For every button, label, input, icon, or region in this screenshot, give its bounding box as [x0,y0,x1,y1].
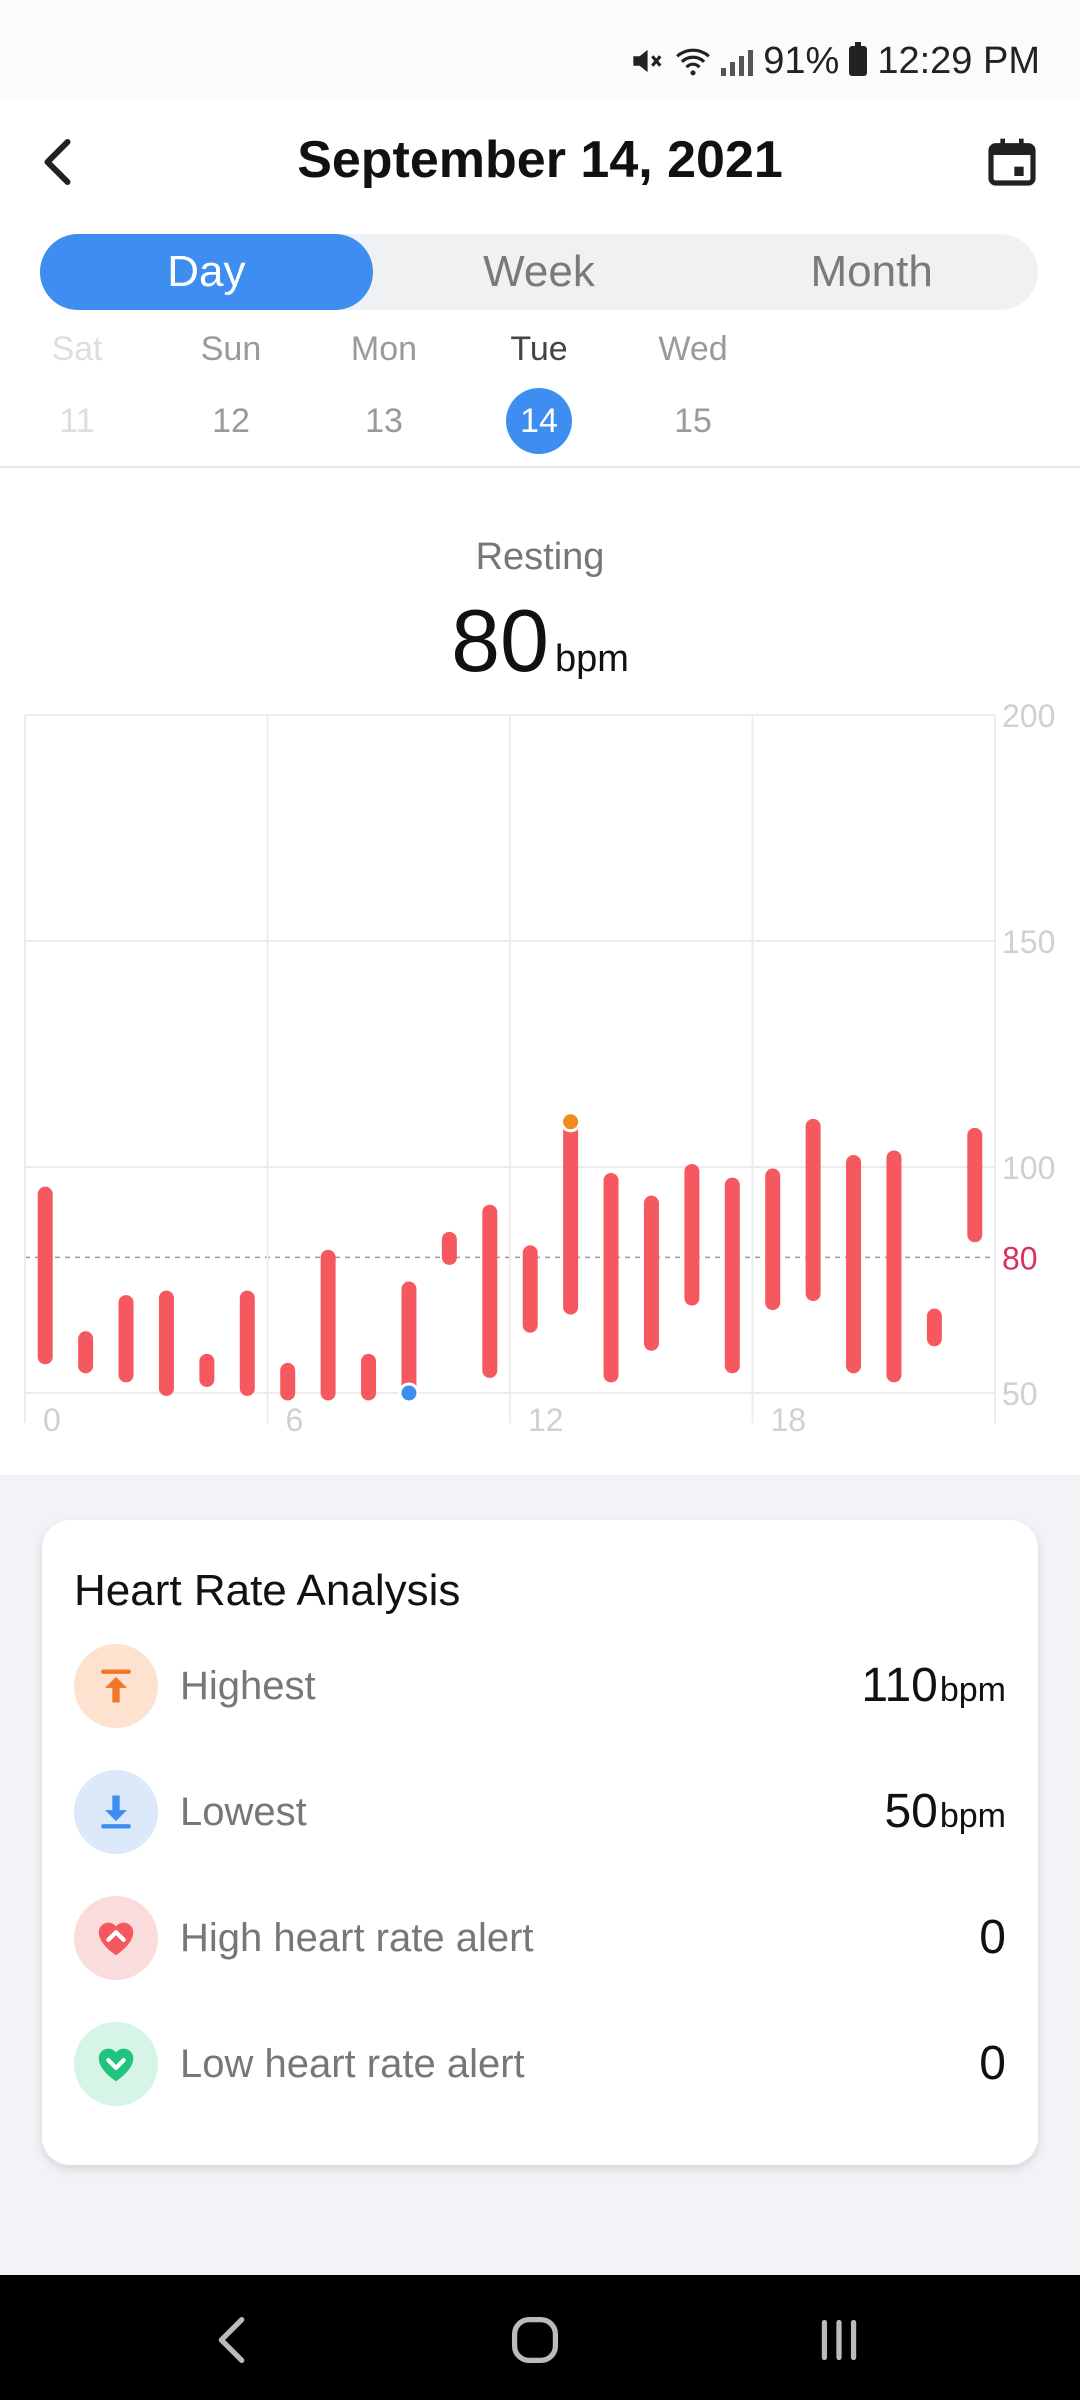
page-title: September 14, 2021 [297,131,783,189]
row-unit: bpm [939,1671,1006,1709]
date-weekday: Tue [510,330,568,368]
analysis-row-low-alert[interactable]: Low heart rate alert 0 [74,2022,1006,2112]
status-icons [627,42,754,80]
row-number: 0 [979,2037,1006,2090]
heart-down-icon [74,2022,158,2106]
status-bar: 91% 12:29 PM [0,0,1080,100]
heart-rate-chart[interactable]: 200 150 100 80 50 0 6 12 18 [0,690,1080,1450]
y-tick-label: 80 [1002,1240,1038,1276]
x-tick-label: 12 [528,1402,564,1438]
y-tick-label: 150 [1002,924,1055,960]
card-title: Heart Rate Analysis [74,1566,461,1615]
date-item-sat[interactable]: Sat 11 [17,330,137,454]
analysis-row-high-alert[interactable]: High heart rate alert 0 [74,1896,1006,1986]
date-strip: Sat 11 Sun 12 Mon 13 Tue 14 Wed 15 [0,330,1080,465]
tab-month[interactable]: Month [705,234,1038,310]
recents-icon [821,2319,857,2361]
row-value: 0 [979,1910,1006,1965]
row-label: Low heart rate alert [180,2042,525,2086]
home-icon [511,2316,559,2364]
nav-recents-button[interactable] [804,2305,874,2375]
signal-icon [721,46,754,76]
heart-rate-analysis-card: Heart Rate Analysis Highest 110bpm Lowes… [42,1520,1038,2165]
wifi-icon [676,48,711,76]
min-point-marker [398,1382,420,1404]
navigation-bar [0,2275,1080,2400]
date-weekday: Sun [200,330,262,368]
tab-week[interactable]: Week [373,234,706,310]
date-number: 14 [506,388,572,454]
date-number: 11 [59,402,95,440]
divider [0,466,1080,468]
mute-icon [633,49,662,73]
date-number: 15 [674,402,712,440]
heart-up-icon [74,1896,158,1980]
row-number: 110 [861,1659,938,1712]
battery-icon [849,42,868,76]
analysis-row-highest: Highest 110bpm [74,1644,1006,1734]
y-tick-label: 200 [1002,698,1055,734]
date-weekday: Mon [350,330,418,368]
calendar-icon [988,138,1036,186]
y-tick-label: 50 [1002,1376,1038,1412]
status-right: 91% 12:29 PM [627,36,1040,86]
resting-unit: bpm [554,638,629,680]
clock: 12:29 PM [877,39,1040,82]
row-value: 50bpm [884,1784,1006,1839]
arrow-down-icon [74,1770,158,1854]
date-number: 13 [365,402,403,440]
arrow-up-icon [74,1644,158,1728]
row-value: 0 [979,2036,1006,2091]
resting-label: Resting [475,536,605,578]
x-tick-label: 18 [771,1402,807,1438]
date-item-tue[interactable]: Tue 14 [479,330,599,454]
date-item-wed[interactable]: Wed 15 [633,330,753,454]
date-number: 12 [212,402,250,440]
x-tick-label: 6 [286,1402,304,1438]
y-tick-label: 100 [1002,1150,1055,1186]
header: September 14, 2021 [0,110,1080,220]
row-label: Lowest [180,1790,307,1834]
battery-percent: 91% [763,39,840,82]
tab-day[interactable]: Day [40,234,373,310]
date-weekday: Sat [51,330,103,368]
row-number: 50 [884,1785,938,1838]
calendar-button[interactable] [984,134,1040,190]
nav-back-icon [218,2316,245,2364]
row-number: 0 [979,1911,1006,1964]
row-label: Highest [180,1664,316,1708]
row-label: High heart rate alert [180,1916,534,1960]
date-item-sun[interactable]: Sun 12 [171,330,291,454]
x-tick-label: 0 [43,1402,61,1438]
row-value: 110bpm [861,1658,1006,1713]
max-point-marker [560,1111,582,1133]
nav-home-button[interactable] [500,2305,570,2375]
nav-back-button[interactable] [198,2305,268,2375]
resting-number: 80 [451,591,549,690]
resting-value: 80 bpm [0,590,1080,692]
row-unit: bpm [939,1797,1006,1835]
date-item-mon[interactable]: Mon 13 [324,330,444,454]
analysis-row-lowest: Lowest 50bpm [74,1770,1006,1860]
date-weekday: Wed [658,330,728,368]
period-tabs: Day Week Month [40,234,1038,310]
